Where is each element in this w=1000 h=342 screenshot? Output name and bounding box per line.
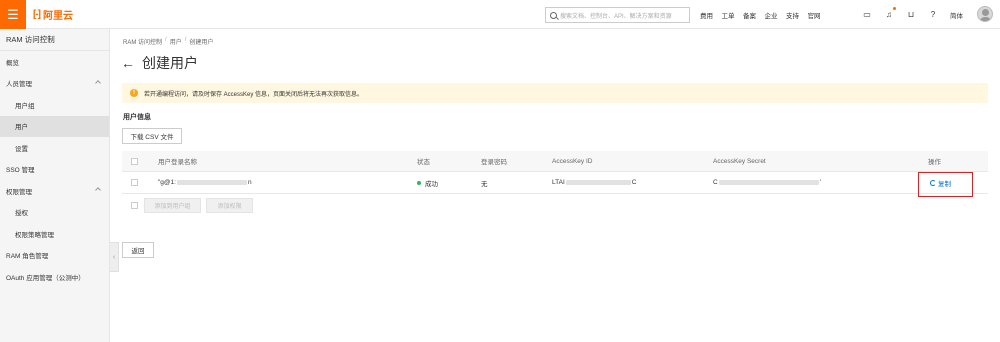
select-all-checkbox[interactable] <box>131 151 138 171</box>
page-title: 创建用户 <box>142 55 198 71</box>
top-icons: ▭ ♫ ⊔ ? <box>861 7 949 20</box>
checkbox[interactable] <box>131 157 138 165</box>
download-csv-button[interactable]: 下载 CSV 文件 <box>122 128 182 144</box>
secret-prefix: C <box>713 179 718 186</box>
header-login-name: 用户登录名称 <box>158 159 197 166</box>
bell-icon[interactable]: ♫ <box>883 7 896 20</box>
header-actions: 操作 <box>928 159 941 166</box>
breadcrumb-users[interactable]: 用户 <box>170 37 182 46</box>
bulk-checkbox[interactable] <box>131 194 138 216</box>
logo-text: 阿里云 <box>43 11 73 22</box>
ak-suffix: C <box>631 179 637 186</box>
sidebar-item-groups[interactable]: 用户组 <box>0 94 109 116</box>
login-prefix: "g@1: <box>158 179 176 186</box>
chevron-up-icon <box>95 79 101 86</box>
sidebar-item-permissions[interactable]: 权限管理 <box>0 180 109 202</box>
masked-value <box>718 180 819 185</box>
sidebar-item-users[interactable]: 用户 <box>0 115 109 137</box>
search-placeholder: 搜索文档、控制台、API、解决方案和资源 <box>560 13 672 20</box>
breadcrumb-ram[interactable]: RAM 访问控制 <box>123 37 162 46</box>
sidebar: RAM 访问控制 概览 人员管理 用户组 用户 设置 SSO 管理 权限管理 授… <box>0 29 110 342</box>
top-bar: ☰ [-] 阿里云 搜索文档、控制台、API、解决方案和资源 费用 工单 备案 … <box>0 0 1000 29</box>
arrow-left-icon[interactable]: ← <box>121 56 135 70</box>
header-password: 登录密码 <box>481 159 507 166</box>
cell-login-name: "g@1: n <box>158 172 252 193</box>
sidebar-item-settings[interactable]: 设置 <box>0 137 109 159</box>
section-title: 用户信息 <box>123 114 151 121</box>
nav-official-site[interactable]: 官网 <box>808 10 827 20</box>
table-header: 用户登录名称 状态 登录密码 AccessKey ID AccessKey Se… <box>122 151 988 172</box>
cell-password: 无 <box>481 180 488 188</box>
checkbox[interactable] <box>131 179 138 186</box>
nav-fees[interactable]: 费用 <box>700 10 719 20</box>
checkbox[interactable] <box>131 201 138 209</box>
search-icon <box>550 11 557 19</box>
row-checkbox[interactable] <box>131 172 138 193</box>
nav-support[interactable]: 支持 <box>786 10 805 20</box>
header-status: 状态 <box>417 159 430 166</box>
add-permission-button[interactable]: 添加权限 <box>206 198 253 213</box>
cell-ak-id: LTAI C <box>552 172 636 193</box>
cell-ak-secret: C ' <box>713 172 821 193</box>
masked-value <box>565 180 631 185</box>
chevron-up-icon <box>95 187 101 193</box>
cart-icon[interactable]: ⊔ <box>905 8 917 20</box>
notification-dot <box>893 7 896 10</box>
top-nav: 费用 工单 备案 企业 支持 官网 <box>700 10 829 20</box>
header-ak-id: AccessKey ID <box>552 157 593 165</box>
warning-alert: ! 若开通编程访问，请及时保存 AccessKey 信息，页面关闭后将无法再次获… <box>122 83 988 103</box>
search-input[interactable]: 搜索文档、控制台、API、解决方案和资源 <box>545 7 690 23</box>
breadcrumb-create-user: 创建用户 <box>189 40 214 46</box>
sidebar-title: RAM 访问控制 <box>0 29 109 51</box>
status-text: 成功 <box>425 180 438 188</box>
breadcrumb-separator: / <box>184 37 187 43</box>
breadcrumb-separator: / <box>165 37 167 43</box>
sidebar-item-people[interactable]: 人员管理 <box>0 73 109 95</box>
secret-suffix: ' <box>819 179 821 186</box>
nav-icp[interactable]: 备案 <box>743 10 762 20</box>
language-switch[interactable]: 简体 <box>950 10 963 20</box>
sidebar-item-sso[interactable]: SSO 管理 <box>0 159 109 181</box>
sidebar-item-overview[interactable]: 概览 <box>0 51 109 73</box>
sidebar-item-oauth[interactable]: OAuth 应用管理（公测中） <box>0 266 109 288</box>
sidebar-item-roles[interactable]: RAM 角色管理 <box>0 245 109 267</box>
terminal-icon[interactable]: ▭ <box>861 8 873 20</box>
table-actions-row: 添加到用户组 添加权限 <box>122 194 988 216</box>
sidebar-item-label: 权限管理 <box>6 188 32 196</box>
sidebar-item-grants[interactable]: 授权 <box>0 202 109 224</box>
back-button[interactable]: 返回 <box>122 242 154 258</box>
status-success-dot <box>417 180 421 185</box>
user-table: 用户登录名称 状态 登录密码 AccessKey ID AccessKey Se… <box>122 151 988 216</box>
help-icon[interactable]: ? <box>927 8 939 20</box>
aliyun-logo[interactable]: [-] 阿里云 <box>33 7 73 22</box>
logo-mark: [-] <box>33 9 41 20</box>
header-ak-secret: AccessKey Secret <box>713 157 766 165</box>
sidebar-item-label: 人员管理 <box>6 81 32 89</box>
sidebar-item-policies[interactable]: 权限策略管理 <box>0 223 109 245</box>
avatar[interactable] <box>977 6 993 22</box>
nav-tickets[interactable]: 工单 <box>722 10 741 20</box>
page-header: ← 创建用户 <box>121 53 198 73</box>
sidebar-collapse-handle[interactable]: ‹ <box>110 242 119 272</box>
alert-text: 若开通编程访问，请及时保存 AccessKey 信息，页面关闭后将无法再次获取信… <box>144 91 364 98</box>
cell-status: 成功 <box>417 172 438 193</box>
breadcrumb: RAM 访问控制 / 用户 / 创建用户 <box>123 37 213 46</box>
warning-icon: ! <box>130 89 138 97</box>
login-suffix: n <box>247 179 252 186</box>
nav-enterprise[interactable]: 企业 <box>765 10 784 20</box>
add-to-group-button[interactable]: 添加到用户组 <box>144 198 201 213</box>
menu-icon[interactable]: ☰ <box>0 0 26 29</box>
ak-prefix: LTAI <box>552 179 565 186</box>
masked-value <box>176 180 247 185</box>
table-row: "g@1: n 成功 无 LTAI C C ' 复制 <box>122 172 988 194</box>
chevron-left-icon: ‹ <box>112 253 116 261</box>
copy-highlight-box <box>918 172 973 197</box>
